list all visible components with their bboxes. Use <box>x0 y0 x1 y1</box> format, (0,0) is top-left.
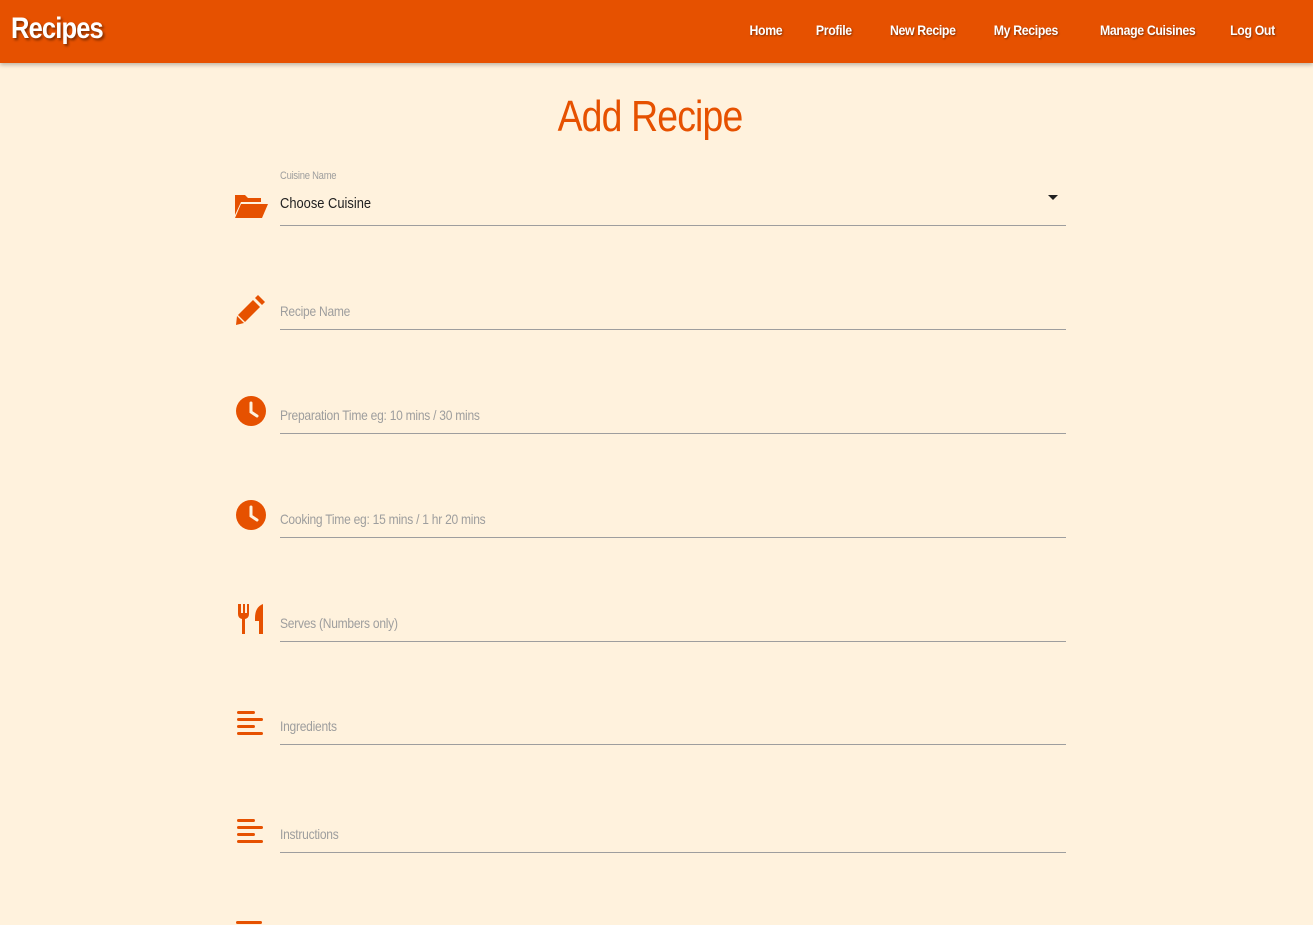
prep-time-placeholder: Preparation Time eg: 10 mins / 30 mins <box>280 407 480 423</box>
ingredients-placeholder: Ingredients <box>280 718 337 734</box>
serves-field: Serves (Numbers only) <box>232 592 1066 642</box>
instructions-input[interactable]: Instructions <box>280 816 1066 853</box>
nav-link-manage-cuisines[interactable]: Manage Cuisines <box>1100 22 1196 38</box>
chevron-down-icon <box>1048 195 1058 200</box>
nav-link-log-out[interactable]: Log Out <box>1230 22 1275 38</box>
prep-time-input[interactable]: Preparation Time eg: 10 mins / 30 mins <box>280 397 1066 434</box>
clock-icon <box>232 392 270 430</box>
align-left-icon <box>232 704 270 742</box>
ingredients-field: Ingredients <box>232 695 1066 745</box>
cook-time-placeholder: Cooking Time eg: 15 mins / 1 hr 20 mins <box>280 511 486 527</box>
nav-links: Home Profile New Recipe My Recipes Manag… <box>716 22 1276 38</box>
cook-time-input[interactable]: Cooking Time eg: 15 mins / 1 hr 20 mins <box>280 501 1066 538</box>
clock-icon <box>232 496 270 534</box>
cuisine-field: Cuisine Name Choose Cuisine <box>232 170 1066 226</box>
align-left-icon <box>236 921 262 924</box>
nav-link-home[interactable]: Home <box>750 22 783 38</box>
ingredients-input[interactable]: Ingredients <box>280 708 1066 745</box>
instructions-placeholder: Instructions <box>280 826 339 842</box>
serves-placeholder: Serves (Numbers only) <box>280 615 398 631</box>
recipe-name-field: Recipe Name <box>232 280 1066 330</box>
navbar: Recipes Home Profile New Recipe My Recip… <box>0 0 1313 63</box>
page-title: Add Recipe <box>557 92 744 141</box>
pencil-icon <box>232 290 270 328</box>
align-left-icon <box>232 812 270 850</box>
recipe-name-input[interactable]: Recipe Name <box>280 293 1066 330</box>
nav-link-new-recipe[interactable]: New Recipe <box>890 22 956 38</box>
cuisine-select[interactable]: Choose Cuisine <box>280 181 1066 226</box>
brand-logo[interactable]: Recipes <box>11 12 104 46</box>
serves-input[interactable]: Serves (Numbers only) <box>280 605 1066 642</box>
cuisine-select-value: Choose Cuisine <box>280 194 372 212</box>
utensils-icon <box>232 600 270 638</box>
recipe-name-placeholder: Recipe Name <box>280 303 351 319</box>
cook-time-field: Cooking Time eg: 15 mins / 1 hr 20 mins <box>232 488 1066 538</box>
nav-link-my-recipes[interactable]: My Recipes <box>993 22 1058 38</box>
nav-link-profile[interactable]: Profile <box>816 22 852 38</box>
folder-open-icon <box>232 186 270 224</box>
prep-time-field: Preparation Time eg: 10 mins / 30 mins <box>232 384 1066 434</box>
instructions-field: Instructions <box>232 803 1066 853</box>
